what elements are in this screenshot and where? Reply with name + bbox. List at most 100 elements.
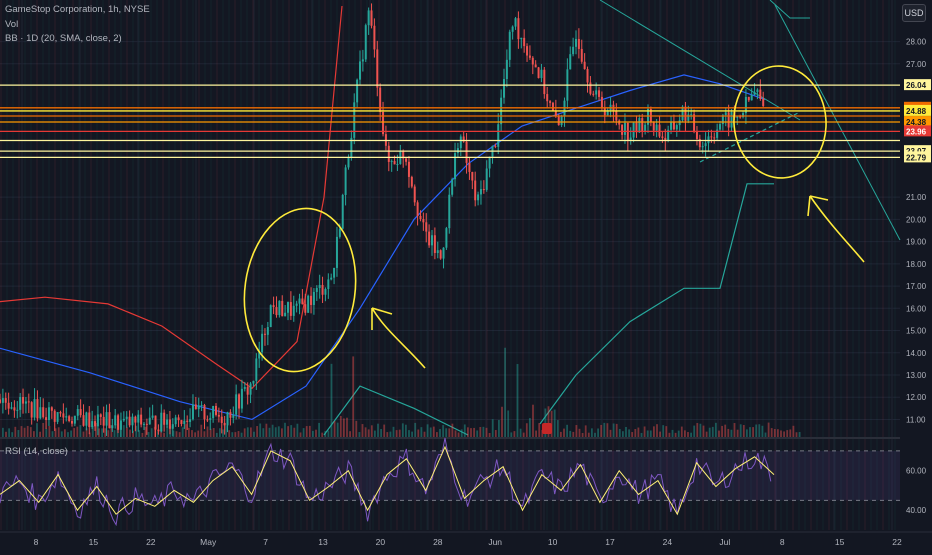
candle-body bbox=[324, 289, 327, 295]
candle-body bbox=[22, 396, 25, 404]
volume-bar bbox=[262, 428, 265, 437]
rsi-axis-tick: 40.00 bbox=[906, 506, 927, 515]
volume-bar bbox=[529, 418, 531, 437]
candle-body bbox=[520, 37, 523, 40]
candle-body bbox=[269, 305, 272, 328]
candle-body bbox=[235, 394, 238, 415]
volume-bar bbox=[587, 432, 590, 437]
volume-bar bbox=[349, 431, 351, 437]
volume-bar bbox=[637, 427, 640, 437]
earnings-marker bbox=[542, 423, 552, 434]
candle-body bbox=[134, 416, 137, 423]
volume-bar bbox=[343, 418, 345, 437]
candle-body bbox=[53, 410, 56, 422]
session-stripe bbox=[846, 0, 848, 530]
candle-body bbox=[82, 415, 85, 426]
session-stripe bbox=[222, 0, 224, 530]
volume-bar bbox=[284, 422, 286, 437]
volume-bar bbox=[600, 424, 603, 437]
volume-bar bbox=[417, 429, 420, 437]
candle-body bbox=[488, 156, 491, 169]
volume-bar bbox=[141, 432, 144, 437]
candle-body bbox=[695, 131, 698, 139]
candle-body bbox=[557, 116, 560, 126]
volume-bar bbox=[470, 428, 472, 437]
volume-bar bbox=[175, 431, 178, 437]
volume-bar bbox=[482, 426, 485, 437]
volume-bar bbox=[742, 425, 745, 437]
time-axis-tick: May bbox=[200, 537, 217, 547]
candle-body bbox=[36, 399, 39, 419]
volume-bar bbox=[259, 423, 262, 437]
volume-bar bbox=[383, 424, 386, 437]
volume-bar bbox=[609, 429, 612, 437]
session-stripe bbox=[348, 0, 350, 530]
candle-body bbox=[217, 414, 220, 417]
volume-bar bbox=[318, 422, 320, 437]
candle-body bbox=[88, 412, 91, 428]
chart-canvas[interactable]: 28.00 27.00 21.00 20.00 19.00 18.00 17.00 16.00… bbox=[0, 0, 932, 550]
candle-body bbox=[174, 417, 177, 425]
volume-bar bbox=[606, 423, 609, 437]
volume-bar bbox=[522, 432, 525, 437]
volume-bar bbox=[33, 431, 35, 437]
volume-bar bbox=[330, 363, 333, 437]
price-axis-tick: 18.00 bbox=[906, 260, 927, 269]
volume-bar bbox=[408, 430, 410, 437]
candle-body bbox=[373, 25, 376, 50]
candle-body bbox=[638, 118, 641, 133]
candle-body bbox=[347, 157, 350, 168]
session-stripe bbox=[804, 0, 806, 530]
volume-bar bbox=[178, 432, 181, 437]
candle-body bbox=[304, 304, 307, 313]
volume-bar bbox=[411, 431, 413, 437]
trading-chart[interactable]: 28.00 27.00 21.00 20.00 19.00 18.00 17.00 16.00… bbox=[0, 0, 932, 550]
volume-bar bbox=[721, 425, 723, 437]
volume-legend: Vol bbox=[5, 19, 19, 30]
candle-body bbox=[143, 423, 145, 425]
volume-bar bbox=[780, 430, 782, 437]
candle-body bbox=[393, 160, 396, 165]
volume-bar bbox=[795, 432, 798, 437]
volume-bar bbox=[777, 429, 779, 437]
volume-bar bbox=[60, 431, 63, 437]
volume-bar bbox=[498, 420, 500, 437]
candle-body bbox=[330, 277, 333, 280]
candle-body bbox=[474, 180, 477, 201]
candle-body bbox=[243, 387, 246, 389]
volume-bar bbox=[690, 432, 692, 437]
session-stripe bbox=[516, 0, 518, 530]
candle-body bbox=[508, 31, 511, 60]
candle-body bbox=[154, 415, 157, 430]
candle-body bbox=[367, 10, 370, 26]
session-stripe bbox=[750, 0, 752, 530]
session-stripe bbox=[606, 0, 608, 530]
volume-bar bbox=[219, 428, 221, 437]
currency-button[interactable]: USD bbox=[902, 4, 926, 22]
candle-body bbox=[727, 112, 730, 128]
candle-body bbox=[307, 295, 310, 313]
candle-body bbox=[678, 120, 681, 126]
candle-body bbox=[632, 122, 635, 138]
candle-body bbox=[376, 49, 379, 88]
session-stripe bbox=[366, 0, 368, 530]
volume-bar bbox=[107, 430, 110, 437]
volume-bar bbox=[57, 427, 60, 437]
candle-body bbox=[226, 412, 229, 426]
candle-body bbox=[295, 303, 298, 306]
session-stripe bbox=[822, 0, 824, 530]
volume-bar bbox=[594, 432, 596, 437]
session-stripe bbox=[156, 0, 158, 530]
price-level-label: 26.04 bbox=[906, 81, 927, 90]
price-axis-tick: 21.00 bbox=[906, 193, 927, 202]
candle-body bbox=[220, 416, 223, 423]
volume-bar bbox=[591, 428, 593, 437]
candle-body bbox=[436, 250, 439, 253]
candle-body bbox=[261, 333, 264, 353]
session-stripe bbox=[414, 0, 416, 530]
candle-body bbox=[416, 202, 419, 216]
volume-bar bbox=[206, 426, 209, 437]
volume-bar bbox=[501, 406, 503, 437]
volume-bar bbox=[281, 428, 283, 437]
volume-bar bbox=[597, 428, 599, 437]
